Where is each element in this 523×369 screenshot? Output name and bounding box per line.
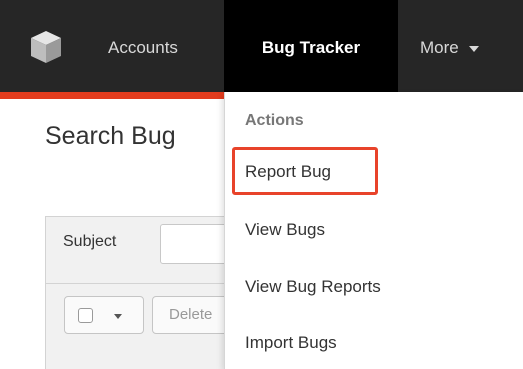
top-navbar: Accounts Bug Tracker More xyxy=(0,0,523,92)
caret-down-icon xyxy=(468,45,479,52)
menu-item-view-bugs[interactable]: View Bugs xyxy=(245,220,325,240)
menu-item-view-bug-reports[interactable]: View Bug Reports xyxy=(245,277,381,297)
search-panel-divider xyxy=(46,283,246,284)
nav-item-accounts[interactable]: Accounts xyxy=(108,0,178,92)
nav-more-label: More xyxy=(420,38,459,57)
page-title: Search Bug xyxy=(45,122,176,150)
menu-item-report-bug[interactable]: Report Bug xyxy=(245,162,331,182)
subject-label: Subject xyxy=(63,233,117,250)
chevron-down-icon xyxy=(114,314,122,319)
menu-item-import-bugs[interactable]: Import Bugs xyxy=(245,333,337,353)
dropdown-header-actions: Actions xyxy=(245,112,304,129)
cube-logo-icon[interactable] xyxy=(28,29,64,65)
bug-tracker-dropdown: Actions Report Bug View Bugs View Bug Re… xyxy=(224,92,523,369)
select-checkbox[interactable] xyxy=(78,308,93,323)
nav-item-bug-tracker[interactable]: Bug Tracker xyxy=(224,0,398,92)
mass-select-button[interactable] xyxy=(64,296,144,334)
nav-item-more[interactable]: More xyxy=(420,0,479,92)
